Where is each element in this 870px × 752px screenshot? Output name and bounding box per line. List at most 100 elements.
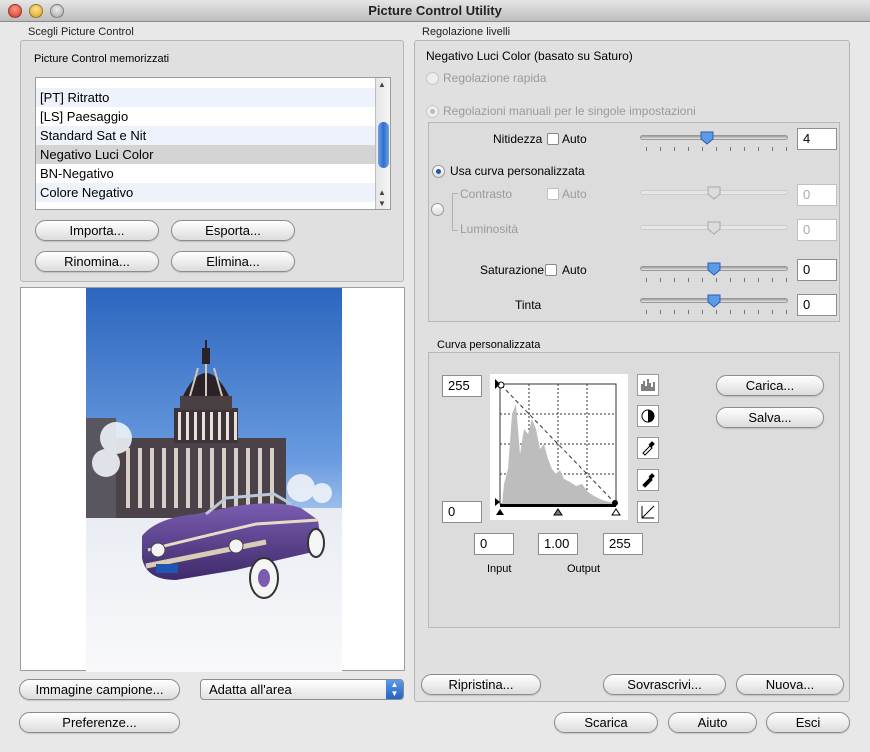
slider-tick bbox=[674, 147, 675, 151]
custom-curve-label: Curva personalizzata bbox=[437, 339, 541, 351]
slider-tick bbox=[660, 147, 661, 151]
fit-select[interactable]: Adatta all'area ▲ ▼ bbox=[200, 679, 404, 700]
stored-controls-label: Picture Control memorizzati bbox=[34, 53, 170, 65]
sharpness-ticks bbox=[646, 147, 787, 151]
curve-input-label: Input bbox=[487, 563, 512, 575]
slider-tick bbox=[730, 147, 731, 151]
import-button[interactable]: Importa... bbox=[35, 220, 159, 241]
new-button[interactable]: Nuova... bbox=[736, 674, 844, 695]
saturation-ticks bbox=[646, 278, 787, 282]
list-item[interactable]: Standard Sat e Nit bbox=[36, 126, 390, 145]
rename-button[interactable]: Rinomina... bbox=[35, 251, 159, 272]
hue-slider-knob[interactable] bbox=[707, 294, 721, 308]
slider-tick bbox=[772, 310, 773, 314]
choose-picture-control-label: Scegli Picture Control bbox=[28, 26, 134, 38]
contrast-brightness-bracket bbox=[452, 193, 458, 231]
reset-button[interactable]: Ripristina... bbox=[421, 674, 541, 695]
slider-tick bbox=[758, 310, 759, 314]
slider-tick bbox=[702, 310, 703, 314]
scroll-down-arrow-icon[interactable]: ▼ bbox=[378, 199, 386, 208]
sharpness-slider-track[interactable] bbox=[640, 135, 788, 140]
slider-tick bbox=[744, 310, 745, 314]
contrast-value-field[interactable]: 0 bbox=[797, 184, 837, 206]
list-scrollbar[interactable]: ▲ ▲ ▼ bbox=[375, 78, 390, 209]
adjust-levels-label: Regolazione livelli bbox=[422, 26, 511, 38]
histogram-icon[interactable] bbox=[637, 374, 659, 396]
slider-tick bbox=[646, 147, 647, 151]
sharpness-value-field[interactable]: 4 bbox=[797, 128, 837, 150]
black-eyedropper-icon[interactable] bbox=[637, 469, 659, 491]
preferences-button[interactable]: Preferenze... bbox=[19, 712, 180, 733]
download-button[interactable]: Scarica bbox=[554, 712, 658, 733]
list-item-selected[interactable]: Negativo Luci Color bbox=[36, 145, 390, 164]
sharpness-auto-checkbox[interactable] bbox=[547, 133, 559, 145]
load-curve-button[interactable]: Carica... bbox=[716, 375, 824, 396]
contrast-half-circle-icon[interactable] bbox=[637, 405, 659, 427]
contrast-auto-label: Auto bbox=[562, 187, 587, 201]
delete-button[interactable]: Elimina... bbox=[171, 251, 295, 272]
hue-label: Tinta bbox=[515, 298, 542, 312]
slider-tick bbox=[716, 147, 717, 151]
list-item[interactable]: [PT] Ritratto bbox=[36, 88, 390, 107]
slider-tick bbox=[688, 310, 689, 314]
saturation-auto-label: Auto bbox=[562, 263, 587, 277]
scroll-thumb[interactable] bbox=[378, 122, 389, 168]
contrast-label: Contrasto bbox=[460, 187, 513, 201]
brightness-value-field[interactable]: 0 bbox=[797, 219, 837, 241]
curve-bottom-value-field[interactable]: 0 bbox=[442, 501, 482, 523]
curve-input-value-field[interactable]: 0 bbox=[474, 533, 514, 555]
slider-tick bbox=[744, 147, 745, 151]
manual-adjust-radio[interactable] bbox=[426, 105, 439, 118]
saturation-auto-checkbox[interactable] bbox=[545, 264, 557, 276]
exit-button[interactable]: Esci bbox=[766, 712, 850, 733]
slider-tick bbox=[646, 278, 647, 282]
slider-tick bbox=[758, 278, 759, 282]
slider-tick bbox=[688, 147, 689, 151]
slider-tick bbox=[688, 278, 689, 282]
export-button[interactable]: Esporta... bbox=[171, 220, 295, 241]
list-item[interactable]: [LS] Paesaggio bbox=[36, 107, 390, 126]
list-item[interactable]: BN-Negativo bbox=[36, 164, 390, 183]
scroll-up-arrow-icon-lower[interactable]: ▲ bbox=[378, 188, 386, 197]
save-curve-button[interactable]: Salva... bbox=[716, 407, 824, 428]
sample-image-button[interactable]: Immagine campione... bbox=[19, 679, 180, 700]
sharpness-label: Nitidezza bbox=[493, 132, 543, 146]
slider-tick bbox=[674, 310, 675, 314]
white-eyedropper-icon[interactable] bbox=[637, 437, 659, 459]
contrast-brightness-radio[interactable] bbox=[431, 203, 444, 216]
curve-output-label: Output bbox=[567, 563, 601, 575]
contrast-slider-knob[interactable] bbox=[707, 186, 721, 200]
saturation-slider-knob[interactable] bbox=[707, 262, 721, 276]
slider-tick bbox=[786, 278, 787, 282]
curve-gamma-value-field[interactable]: 1.00 bbox=[538, 533, 578, 555]
slider-tick bbox=[646, 310, 647, 314]
sharpness-slider-knob[interactable] bbox=[700, 131, 714, 145]
slider-tick bbox=[730, 278, 731, 282]
overwrite-button[interactable]: Sovrascrivi... bbox=[603, 674, 726, 695]
use-custom-curve-radio[interactable] bbox=[432, 165, 445, 178]
hue-value-field[interactable]: 0 bbox=[797, 294, 837, 316]
slider-tick bbox=[744, 278, 745, 282]
preview-image bbox=[86, 288, 342, 672]
window-title: Picture Control Utility bbox=[368, 3, 502, 18]
use-custom-curve-label: Usa curva personalizzata bbox=[450, 164, 585, 178]
reset-curve-linear-icon[interactable] bbox=[637, 501, 659, 523]
slider-tick bbox=[730, 310, 731, 314]
list-item[interactable]: Colore Negativo bbox=[36, 183, 390, 202]
contrast-auto-checkbox[interactable] bbox=[547, 188, 559, 200]
help-button[interactable]: Aiuto bbox=[668, 712, 757, 733]
control-heading: Negativo Luci Color (basato su Saturo) bbox=[426, 49, 633, 63]
slider-tick bbox=[716, 310, 717, 314]
saturation-label: Saturazione bbox=[480, 263, 545, 277]
stored-controls-list[interactable]: [PT] Ritratto [LS] Paesaggio Standard Sa… bbox=[35, 77, 391, 210]
tone-curve-graph[interactable] bbox=[490, 374, 628, 520]
curve-top-value-field[interactable]: 255 bbox=[442, 375, 482, 397]
scroll-up-arrow-icon[interactable]: ▲ bbox=[378, 80, 386, 89]
brightness-slider-knob[interactable] bbox=[707, 221, 721, 235]
quick-adjust-radio[interactable] bbox=[426, 72, 439, 85]
slider-tick bbox=[758, 147, 759, 151]
curve-output-value-field[interactable]: 255 bbox=[603, 533, 643, 555]
slider-tick bbox=[660, 310, 661, 314]
slider-tick bbox=[772, 147, 773, 151]
saturation-value-field[interactable]: 0 bbox=[797, 259, 837, 281]
